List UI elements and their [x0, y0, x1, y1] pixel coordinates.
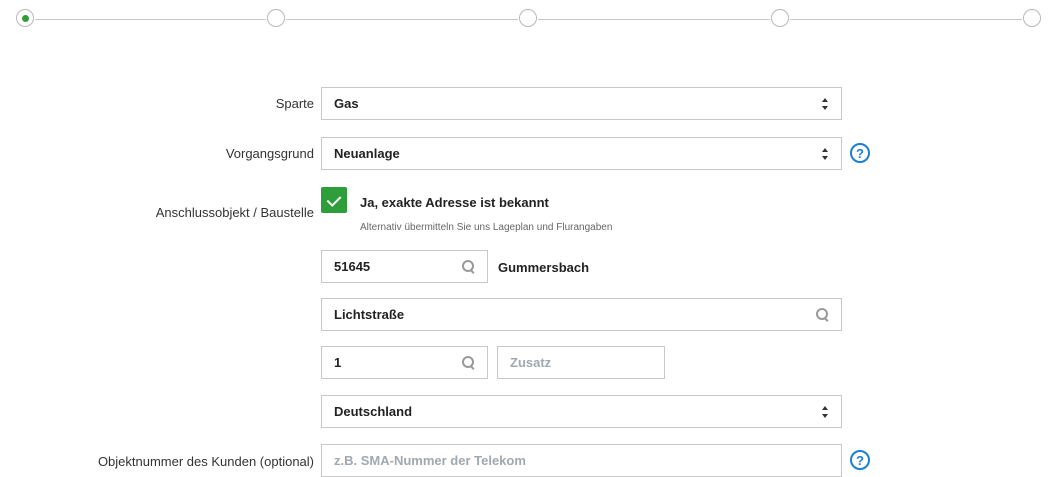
search-icon[interactable]	[462, 260, 475, 273]
step-4-dot[interactable]	[771, 9, 789, 27]
anschlussobjekt-label: Anschlussobjekt / Baustelle	[155, 205, 314, 220]
country-value: Deutschland	[334, 404, 413, 419]
address-known-label[interactable]: Ja, exakte Adresse ist bekannt	[360, 195, 549, 210]
vorgangsgrund-select[interactable]: Neuanlage	[321, 137, 842, 170]
step-1-dot[interactable]	[16, 9, 34, 27]
objektnummer-label: Objektnummer des Kunden (optional)	[97, 454, 314, 469]
search-icon[interactable]	[816, 308, 829, 321]
step-2-dot[interactable]	[267, 9, 285, 27]
city-name: Gummersbach	[498, 260, 590, 275]
step-3-dot[interactable]	[519, 9, 537, 27]
progress-stepper	[0, 0, 1051, 40]
plz-value: 51645	[334, 259, 371, 274]
step-connector	[790, 19, 1022, 20]
step-connector	[538, 19, 770, 20]
house-number-value: 1	[334, 355, 342, 370]
sort-icon	[821, 405, 829, 418]
zusatz-placeholder: Zusatz	[510, 355, 552, 370]
house-number-input[interactable]: 1	[321, 346, 488, 379]
country-select[interactable]: Deutschland	[321, 395, 842, 428]
step-connector	[286, 19, 518, 20]
search-icon[interactable]	[462, 356, 475, 369]
zusatz-input[interactable]: Zusatz	[497, 346, 665, 379]
step-connector	[35, 19, 266, 20]
sparte-label: Sparte	[275, 96, 314, 111]
sort-icon	[821, 97, 829, 110]
street-input[interactable]: Lichtstraße	[321, 298, 842, 331]
street-value: Lichtstraße	[334, 307, 405, 322]
vorgangsgrund-help-icon[interactable]: ?	[850, 143, 870, 163]
address-hint: Alternativ übermitteln Sie uns Lageplan …	[360, 222, 613, 233]
sort-icon	[821, 147, 829, 160]
vorgangsgrund-value: Neuanlage	[334, 146, 400, 161]
objektnummer-help-icon[interactable]: ?	[850, 450, 870, 470]
objektnummer-input[interactable]: z.B. SMA-Nummer der Telekom	[321, 444, 842, 477]
sparte-select[interactable]: Gas	[321, 87, 842, 120]
step-5-dot[interactable]	[1023, 9, 1041, 27]
sparte-value: Gas	[334, 96, 359, 111]
vorgangsgrund-label: Vorgangsgrund	[225, 146, 314, 161]
plz-input[interactable]: 51645	[321, 250, 488, 283]
address-known-checkbox[interactable]	[321, 187, 347, 213]
objektnummer-placeholder: z.B. SMA-Nummer der Telekom	[334, 453, 526, 468]
